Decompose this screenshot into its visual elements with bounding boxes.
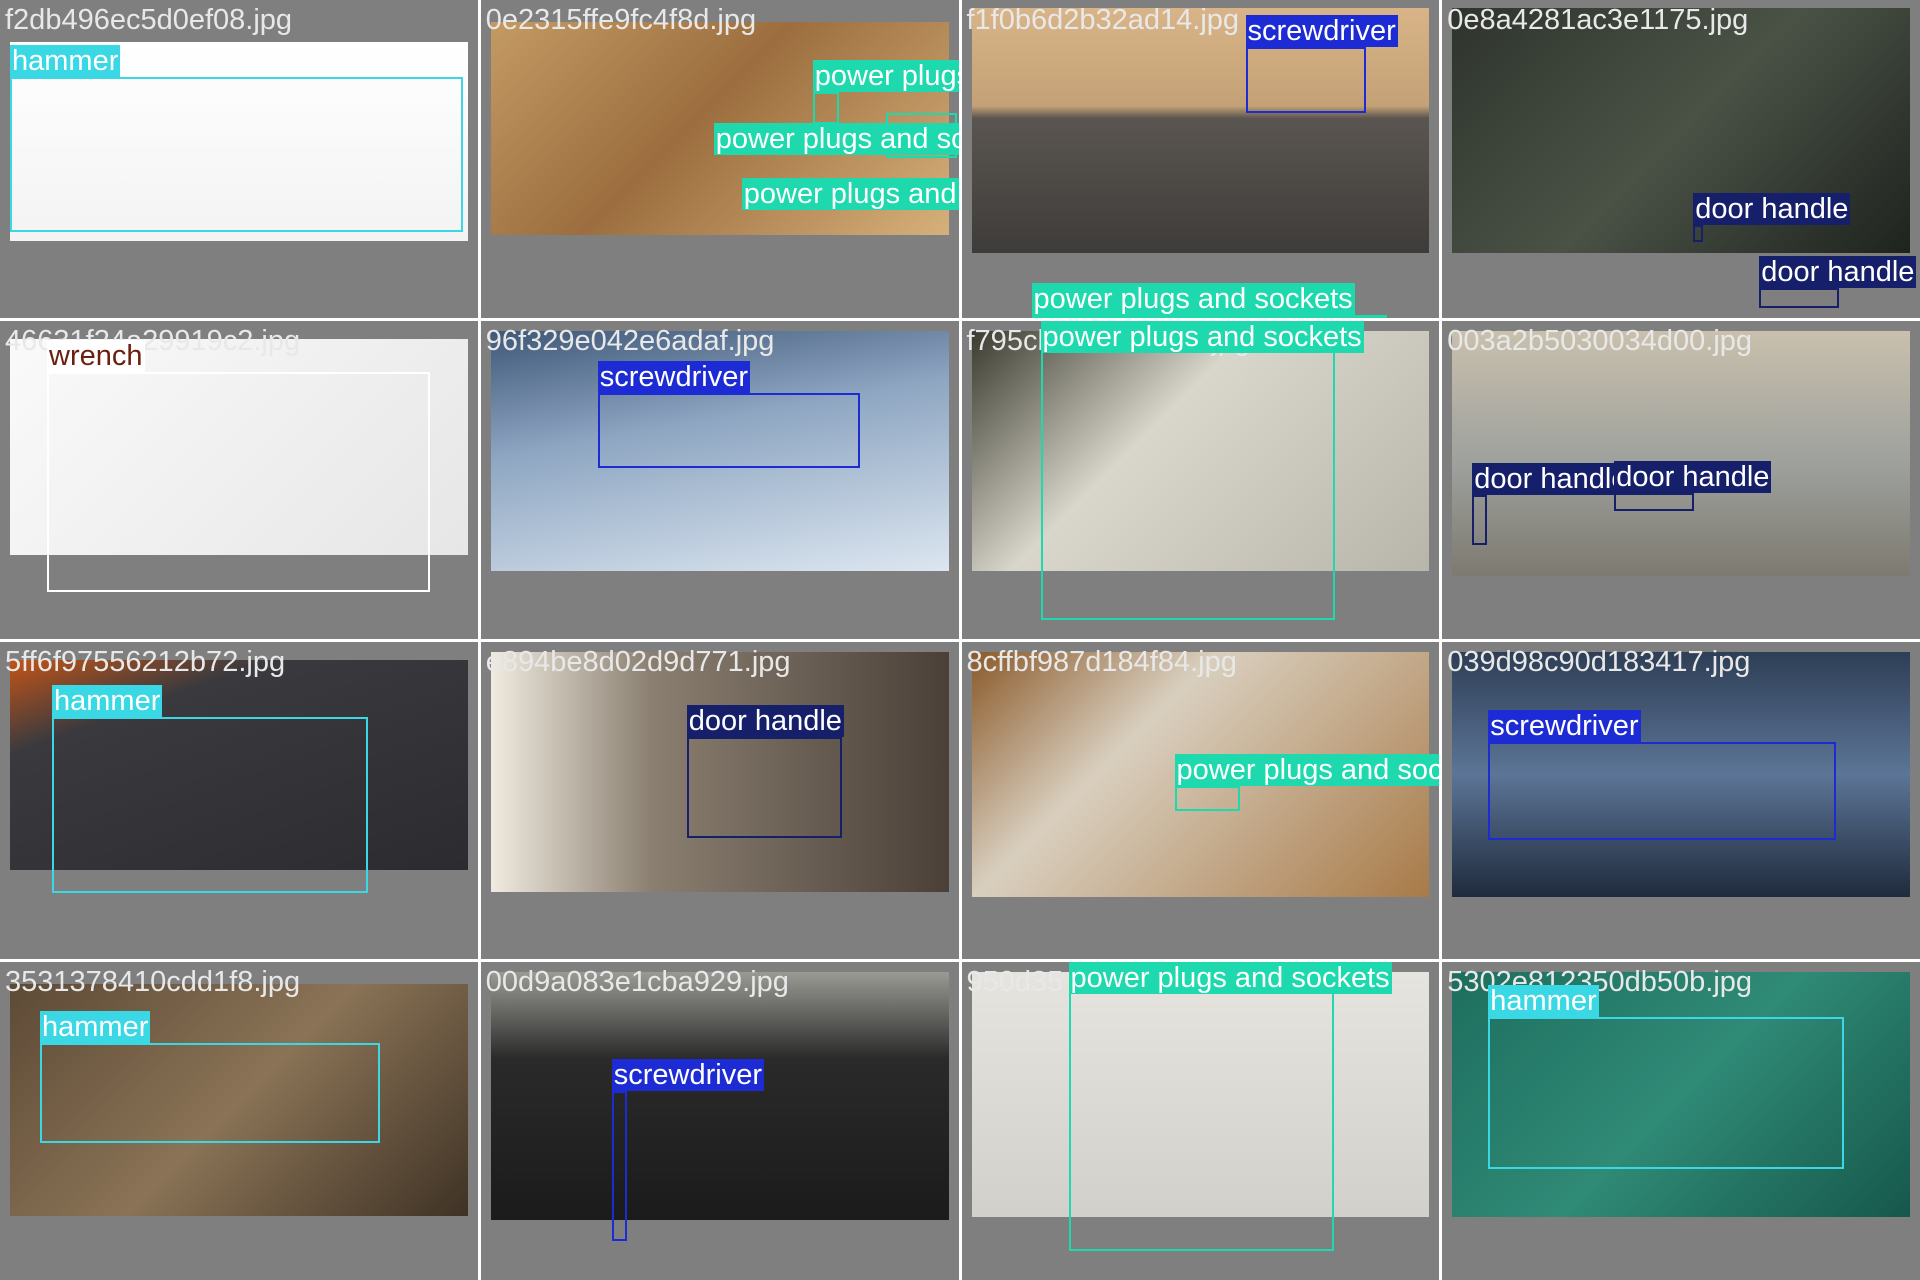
bounding-box [686,737,842,838]
box-label: power plugs and sockets [1031,283,1355,315]
box-label: power plugs and sockets [812,60,959,92]
box-label: screwdriver [597,361,750,393]
image-tile[interactable]: 3531378410cdd1f8.jpg hammer [0,962,478,1280]
box-label: power plugs and sockets [741,178,959,210]
image-tile[interactable]: e894be8d02d9d771.jpg door handle [480,641,959,960]
box-label: screwdriver [611,1059,764,1091]
tile-photo [1452,330,1910,576]
box-label: hammer [10,45,121,77]
bounding-box [1759,288,1840,308]
image-tile[interactable]: f1f0b6d2b32ad14.jpg screwdriver power plug… [961,0,1440,318]
box-label: power plugs and sockets [1174,754,1440,786]
image-tile[interactable]: 8cffbf987d184f84.jpg power plugs and sock… [961,641,1440,960]
box-label: door handle [1693,193,1851,225]
image-tile[interactable]: 039d98c90d183417.jpg screwdriver [1442,641,1920,960]
box-label: wrench [47,340,145,372]
box-label: hammer [52,685,163,717]
tile-filename: 039d98c90d183417.jpg [1447,645,1751,678]
tile-filename: 5ff6f97556212b72.jpg [5,645,286,678]
bounding-box [1472,495,1488,545]
bounding-box [812,92,839,124]
bounding-box [1614,493,1695,511]
tile-filename: 003a2b5030034d00.jpg [1447,324,1753,357]
image-tile[interactable]: 46631f24a29919c2.jpg wrench [0,320,478,639]
detection-mosaic: f2db496ec5d0ef08.jpg hammer 0e2315ffe9fc4f… [0,0,1920,1280]
box-label: power plugs and sockets [713,123,959,155]
image-tile[interactable]: 5ff6f97556212b72.jpg hammer [0,641,478,960]
bounding-box [597,393,860,468]
box-label: power plugs and sockets [1040,320,1364,353]
image-tile[interactable]: 003a2b5030034d00.jpg door handle door hand… [1442,320,1920,639]
bounding-box [52,717,368,893]
box-label: door handle [686,705,844,737]
image-tile[interactable]: 00d9a083e1cba929.jpg screwdriver [480,962,959,1280]
image-tile[interactable]: 950d35 power plugs and sockets [961,962,1440,1280]
tile-filename: f1f0b6d2b32ad14.jpg [966,4,1240,36]
bounding-box [1174,786,1240,811]
box-label: door handle [1614,461,1772,493]
tile-filename: e894be8d02d9d771.jpg [485,645,791,678]
bounding-box [47,372,430,592]
bounding-box [1031,315,1387,318]
bounding-box [1040,339,1335,620]
image-tile[interactable]: f2db496ec5d0ef08.jpg hammer [0,0,478,318]
box-label: door handle [1759,256,1917,288]
image-tile[interactable]: f795cb3c601c143f.jpgpower plugs and sock… [961,320,1440,639]
box-label: screwdriver [1488,710,1641,742]
bounding-box [1245,47,1366,113]
box-label: hammer [40,1011,151,1043]
box-label: screwdriver [1245,15,1398,47]
bounding-box [1693,225,1704,242]
bounding-box [10,77,463,232]
bounding-box [1488,742,1837,840]
image-tile[interactable]: 96f329e042e6adaf.jpg screwdriver [480,320,959,639]
tile-filename: f2db496ec5d0ef08.jpg [5,4,293,36]
tile-photo [490,972,949,1221]
box-label: door handle [1472,463,1630,495]
box-label: power plugs and sockets [1068,962,1392,995]
box-label: hammer [1488,985,1599,1017]
bounding-box [611,1091,627,1241]
tile-filename: 0e2315ffe9fc4f8d.jpg [485,4,757,36]
tile-filename: 8cffbf987d184f84.jpg [966,645,1237,678]
image-tile[interactable]: 5302e812350db50b.jpg hammer [1442,962,1920,1280]
bounding-box [40,1043,380,1143]
tile-filename: 3531378410cdd1f8.jpg [5,966,301,999]
tile-filename: 950d35 [966,966,1064,999]
bounding-box [1068,986,1334,1251]
tile-filename: 00d9a083e1cba929.jpg [485,966,789,999]
image-tile[interactable]: 0e8a4281ac3e1175.jpg door handle door hand… [1442,0,1920,318]
bounding-box [1488,1017,1845,1169]
tile-filename: 96f329e042e6adaf.jpg [485,324,775,357]
image-tile[interactable]: 0e2315ffe9fc4f8d.jpg power plugs and sock… [480,0,959,318]
tile-filename: 0e8a4281ac3e1175.jpg [1447,4,1749,36]
